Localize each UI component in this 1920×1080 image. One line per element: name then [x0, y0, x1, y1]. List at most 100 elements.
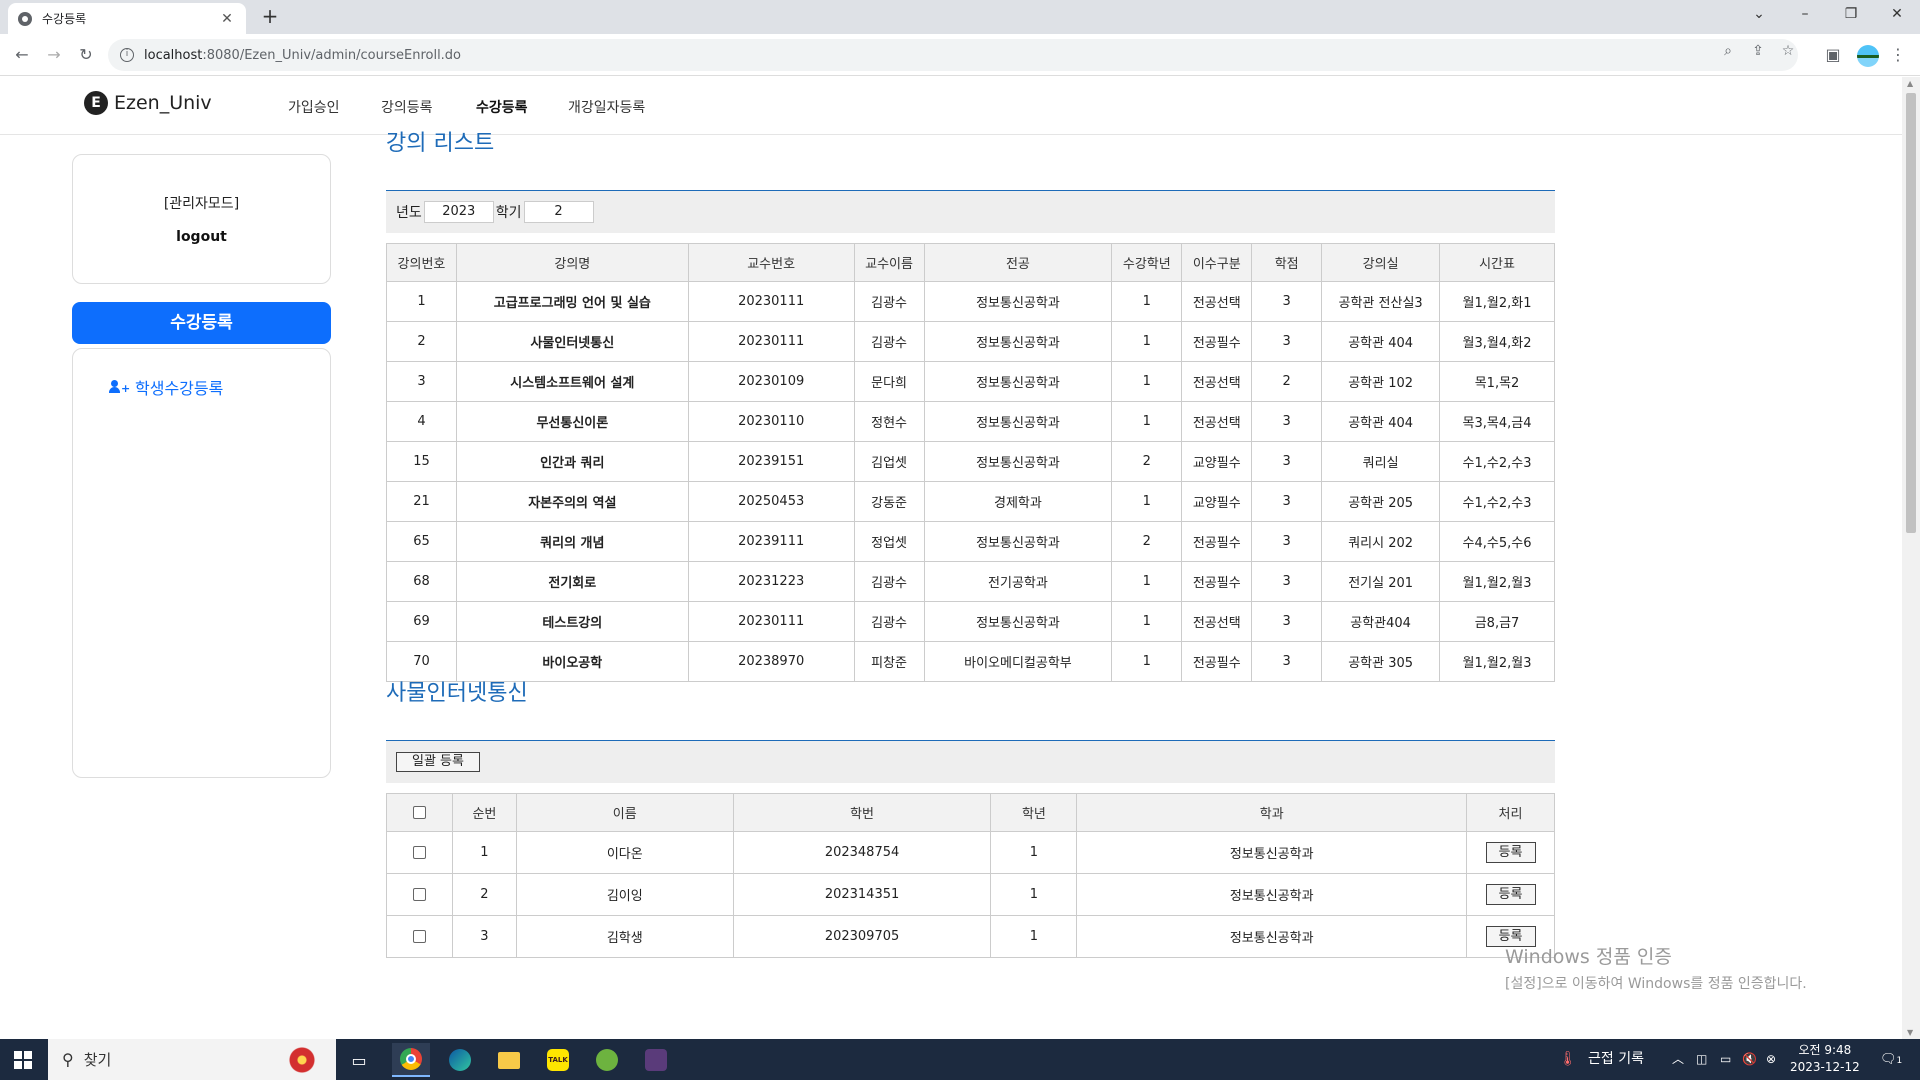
col-prof-no: 교수번호 [687, 243, 855, 282]
nav-join-approval[interactable]: 가입승인 [288, 97, 340, 117]
network-icon[interactable]: ▭ [1720, 1039, 1731, 1080]
course-row[interactable]: 1 고급프로그래밍 언어 및 실습 20230111 김광수 정보통신공학과 1 전공선택 3… [386, 281, 1555, 322]
spring-tool-icon[interactable] [588, 1043, 626, 1077]
student-cell: 이다온 [515, 831, 734, 874]
taskbar-clock[interactable]: 오전 9:48 2023-12-12 [1790, 1042, 1860, 1076]
course-row[interactable]: 65 쿼리의 개념 20239111 정업셋 정보통신공학과 2 전공필수 3 쿼리시 202 수… [386, 521, 1555, 562]
side-panel-icon[interactable]: ▣ [1821, 43, 1845, 67]
close-window-button[interactable]: ✕ [1874, 0, 1920, 30]
course-row[interactable]: 4 무선통신이론 20230110 정현수 정보통신공학과 1 전공선택 3 공학관 404 목3… [386, 401, 1555, 442]
browser-tab[interactable]: 수강등록 ✕ [8, 3, 246, 34]
volume-muted-icon[interactable]: 🔇 [1742, 1039, 1757, 1080]
course-row[interactable]: 70 바이오공학 20238970 피창준 바이오메디컬공학부 1 전공필수 3 공학관 305… [386, 641, 1555, 682]
course-cell: 20231223 [687, 561, 855, 602]
back-icon[interactable]: ← [10, 43, 34, 67]
course-cell: 전공선택 [1181, 401, 1253, 442]
course-cell: 김광수 [853, 601, 925, 642]
student-checkbox[interactable] [412, 888, 426, 901]
course-name-link[interactable]: 쿼리의 개념 [455, 521, 689, 562]
action-cell: 등록 [1466, 873, 1555, 916]
course-name-link[interactable]: 무선통신이론 [455, 401, 689, 442]
page-scrollbar[interactable]: ▲ ▼ [1902, 77, 1920, 1039]
course-row[interactable]: 3 시스템소프트웨어 설계 20230109 문다희 정보통신공학과 1 전공선택 2 공학관 … [386, 361, 1555, 402]
profile-avatar[interactable] [1857, 45, 1879, 67]
scroll-up-icon[interactable]: ▲ [1907, 79, 1913, 88]
course-cell: 3 [1251, 641, 1323, 682]
term-input[interactable]: 2 [523, 201, 594, 223]
nav-semester-start[interactable]: 개강일자등록 [568, 97, 645, 117]
course-cell: 수1,수2,수3 [1439, 481, 1555, 522]
course-cell: 3 [1251, 281, 1323, 322]
student-cell: 1 [990, 831, 1078, 874]
year-term-filter: 년도 2023 학기 2 [386, 191, 1555, 233]
register-button[interactable]: 등록 [1485, 842, 1536, 863]
site-brand[interactable]: E Ezen_Univ [84, 91, 212, 115]
weather-text[interactable]: 근접 기록 [1588, 1039, 1644, 1080]
course-name-link[interactable]: 테스트강의 [455, 601, 689, 642]
nav-enrollment[interactable]: 수강등록 [476, 97, 528, 117]
course-name-link[interactable]: 시스템소프트웨어 설계 [455, 361, 689, 402]
col-action: 처리 [1466, 793, 1555, 832]
col-schedule: 시간표 [1439, 243, 1555, 282]
course-cell: 20239111 [687, 521, 855, 562]
course-row[interactable]: 2 사물인터넷통신 20230111 김광수 정보통신공학과 1 전공필수 3 공학관 404 월… [386, 321, 1555, 362]
maximize-button[interactable]: ❐ [1828, 0, 1874, 30]
notification-icon[interactable]: 🗨1 [1880, 1039, 1902, 1080]
tray-chevron-icon[interactable]: ︿ [1672, 1039, 1684, 1080]
course-cell: 정보통신공학과 [923, 441, 1113, 482]
course-name-link[interactable]: 사물인터넷통신 [455, 321, 689, 362]
site-info-icon[interactable]: i [120, 48, 134, 62]
site-navbar: E Ezen_Univ 가입승인 강의등록 수강등록 개강일자등록 [0, 77, 1902, 135]
new-tab-button[interactable]: + [258, 5, 282, 29]
course-cell: 20238970 [687, 641, 855, 682]
share-icon[interactable]: ⇪ [1746, 43, 1770, 59]
student-checkbox[interactable] [412, 846, 426, 859]
student-enroll-link[interactable]: + 학생수강등록 [109, 375, 223, 399]
forward-icon[interactable]: → [42, 43, 66, 67]
enrollment-section-button[interactable]: 수강등록 [72, 302, 331, 344]
scroll-thumb[interactable] [1906, 93, 1916, 533]
course-cell: 공학관 전산실3 [1321, 281, 1441, 322]
student-enroll-label: 학생수강등록 [135, 379, 224, 398]
reload-icon[interactable]: ↻ [74, 43, 98, 67]
file-explorer-icon[interactable] [490, 1043, 528, 1077]
scroll-down-icon[interactable]: ▼ [1907, 1028, 1913, 1037]
course-row[interactable]: 68 전기회로 20231223 김광수 전기공학과 1 전공필수 3 전기실 201 월1,월2… [386, 561, 1555, 602]
course-name-link[interactable]: 자본주의의 역설 [455, 481, 689, 522]
student-cell: 김이잉 [515, 873, 734, 916]
student-cell: 1 [990, 873, 1078, 916]
course-cell: 공학관 205 [1321, 481, 1441, 522]
bulk-register-button[interactable]: 일괄 등록 [396, 752, 480, 772]
logout-link[interactable]: logout [73, 229, 330, 245]
taskbar-search[interactable]: ⚲ 찾기 [48, 1039, 336, 1080]
student-checkbox[interactable] [412, 930, 426, 943]
edge-app-icon[interactable] [441, 1043, 479, 1077]
register-button[interactable]: 등록 [1485, 884, 1536, 905]
course-cell: 68 [386, 561, 457, 602]
course-name-link[interactable]: 전기회로 [455, 561, 689, 602]
student-row: 1 이다온 202348754 1 정보통신공학과 등록 [386, 831, 1555, 874]
course-name-link[interactable]: 고급프로그래밍 언어 및 실습 [455, 281, 689, 322]
windows-start-icon[interactable] [14, 1051, 32, 1069]
course-row[interactable]: 15 인간과 쿼리 20239151 김업셋 정보통신공학과 2 교양필수 3 쿼리실 수1,수2… [386, 441, 1555, 482]
address-bar[interactable]: i localhost:8080/Ezen_Univ/admin/courseE… [108, 39, 1798, 71]
course-row[interactable]: 69 테스트강의 20230111 김광수 정보통신공학과 1 전공선택 3 공학관404 금8,… [386, 601, 1555, 642]
select-all-checkbox[interactable] [412, 806, 426, 819]
course-cell: 3 [1251, 441, 1323, 482]
course-name-link[interactable]: 인간과 쿼리 [455, 441, 689, 482]
course-cell: 3 [386, 361, 457, 402]
year-input[interactable]: 2023 [423, 201, 494, 223]
minimize-button[interactable]: – [1782, 0, 1828, 30]
zoom-icon[interactable]: ⌕ [1716, 43, 1740, 59]
nav-course-register[interactable]: 강의등록 [381, 97, 433, 117]
chrome-app-icon[interactable] [392, 1043, 430, 1077]
game-app-icon[interactable] [637, 1043, 675, 1077]
kakaotalk-icon[interactable]: TALK [539, 1043, 577, 1077]
close-tab-icon[interactable]: ✕ [218, 11, 236, 27]
task-view-icon[interactable]: ▭ [340, 1043, 378, 1077]
bookmark-star-icon[interactable]: ☆ [1776, 43, 1800, 59]
course-row[interactable]: 21 자본주의의 역설 20250453 강동준 경제학과 1 교양필수 3 공학관 205 수1… [386, 481, 1555, 522]
vpn-icon: ⊗ [1766, 1052, 1777, 1066]
tab-search-icon[interactable]: ⌄ [1736, 0, 1782, 30]
menu-icon[interactable]: ⋮ [1886, 43, 1910, 67]
